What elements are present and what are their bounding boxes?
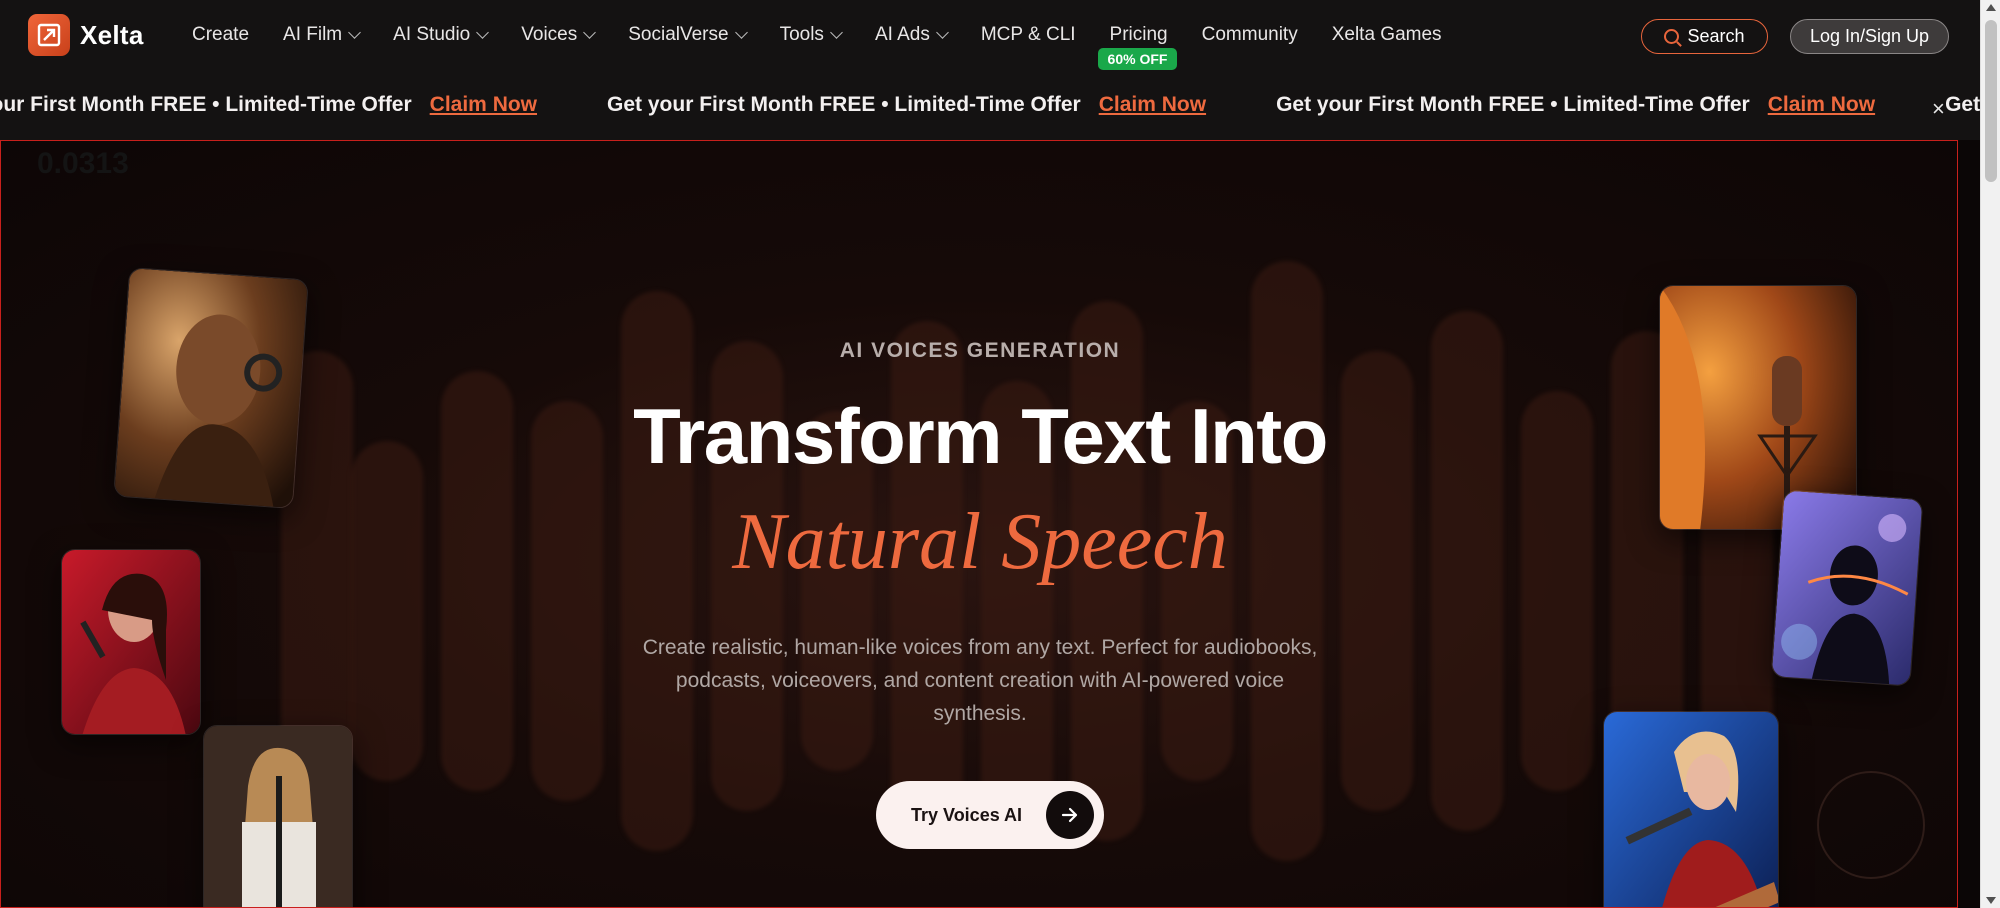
- nav-item-label: Xelta Games: [1331, 24, 1442, 45]
- cta-label: Try Voices AI: [911, 804, 1023, 825]
- scroll-down-icon[interactable]: [1986, 897, 1996, 904]
- nav-item-label: SocialVerse: [628, 24, 729, 45]
- scroll-up-icon[interactable]: [1986, 4, 1996, 11]
- chevron-down-icon: [935, 26, 949, 39]
- scroll-thumb[interactable]: [1985, 20, 1997, 182]
- search-icon: [1664, 29, 1680, 44]
- chevron-down-icon: [734, 26, 748, 39]
- arrow-right-icon: [1046, 791, 1094, 839]
- nav-item-ai-ads[interactable]: AI Ads: [874, 0, 949, 70]
- nav-item-label: Voices: [521, 24, 578, 45]
- hero-subtitle: Create realistic, human-like voices from…: [642, 636, 1318, 725]
- hero-eyebrow: AI VOICES GENERATION: [839, 339, 1121, 362]
- brand-logo[interactable]: Xelta: [28, 14, 144, 56]
- promo-marquee: Get your First Month FREE • Limited-Time…: [0, 70, 1980, 140]
- chevron-down-icon: [830, 26, 843, 39]
- nav-item-label: Create: [192, 24, 250, 45]
- claim-now-link[interactable]: Claim Now: [430, 93, 537, 117]
- promo-segment: Get your First Month FREE • Limited-Time…: [1945, 93, 1980, 117]
- chevron-down-icon: [583, 26, 597, 39]
- chevron-down-icon: [348, 26, 362, 39]
- brand-name: Xelta: [80, 19, 144, 50]
- nav-item-mcp-cli[interactable]: MCP & CLI: [981, 0, 1076, 70]
- try-voices-ai-button[interactable]: Try Voices AI: [876, 781, 1104, 849]
- nav-item-community[interactable]: Community: [1202, 0, 1298, 70]
- nav-item-pricing[interactable]: Pricing 60% OFF: [1097, 0, 1178, 70]
- nav-item-label: AI Film: [283, 24, 343, 45]
- promo-segment: Get your First Month FREE • Limited-Time…: [0, 93, 537, 117]
- photo-card-woman-microphone: [203, 725, 353, 907]
- promo-text: Get your First Month FREE • Limited-Time…: [607, 93, 1081, 116]
- claim-now-link[interactable]: Claim Now: [1768, 93, 1875, 117]
- hero-title-accent: Natural Speech: [732, 498, 1228, 586]
- search-button[interactable]: Search: [1641, 19, 1768, 54]
- waveform-bar: [351, 441, 423, 781]
- promo-segment: Get your First Month FREE • Limited-Time…: [607, 93, 1206, 117]
- page-viewport: Xelta Create AI Film AI Studio Voices Social…: [0, 0, 2000, 908]
- hero-title: Transform Text Into: [633, 392, 1328, 480]
- nav-item-label: AI Ads: [874, 24, 930, 45]
- chevron-down-icon: [476, 26, 490, 39]
- nav-item-voices[interactable]: Voices: [521, 0, 597, 70]
- hero-section: 0.0313 AI VOICES GENERATION Transform Te…: [0, 140, 1958, 908]
- nav-item-xelta-games[interactable]: Xelta Games: [1332, 0, 1442, 70]
- promo-text: Get your First Month FREE • Limited-Time…: [0, 93, 412, 116]
- nav-item-socialverse[interactable]: SocialVerse: [628, 0, 748, 70]
- nav-item-label: Pricing: [1109, 24, 1168, 45]
- nav-item-label: Tools: [779, 24, 824, 45]
- nav-item-label: AI Studio: [393, 24, 471, 45]
- photo-card-guitarist-singer: [1603, 711, 1779, 907]
- main-nav: Create AI Film AI Studio Voices SocialVerse T…: [192, 0, 1476, 70]
- claim-now-link[interactable]: Claim Now: [1099, 93, 1206, 117]
- nav-item-tools[interactable]: Tools: [779, 0, 843, 70]
- nav-item-ai-studio[interactable]: AI Studio: [393, 0, 490, 70]
- top-navigation: Xelta Create AI Film AI Studio Voices Social…: [0, 0, 1980, 70]
- xelta-logo-icon: [28, 14, 70, 56]
- promo-banner: Get your First Month FREE • Limited-Time…: [0, 70, 1980, 140]
- nav-item-label: Community: [1201, 24, 1298, 45]
- login-signup-label: Log In/Sign Up: [1809, 26, 1930, 46]
- page-scrollbar[interactable]: [1980, 0, 2000, 908]
- promo-text: Get your First Month FREE • Limited-Time…: [1276, 93, 1750, 116]
- discount-badge: 60% OFF: [1097, 48, 1178, 70]
- close-icon[interactable]: ×: [1932, 96, 1945, 122]
- search-button-label: Search: [1687, 26, 1745, 46]
- nav-item-ai-film[interactable]: AI Film: [283, 0, 362, 70]
- scroll-progress-ring: [1817, 771, 1925, 879]
- debug-value: 0.0313: [37, 147, 129, 180]
- nav-item-label: MCP & CLI: [980, 24, 1076, 45]
- promo-segment: Get your First Month FREE • Limited-Time…: [1276, 93, 1875, 117]
- login-signup-button[interactable]: Log In/Sign Up: [1790, 19, 1949, 54]
- nav-item-create[interactable]: Create: [192, 0, 249, 70]
- promo-text: Get your First Month FREE • Limited-Time…: [1945, 93, 1980, 116]
